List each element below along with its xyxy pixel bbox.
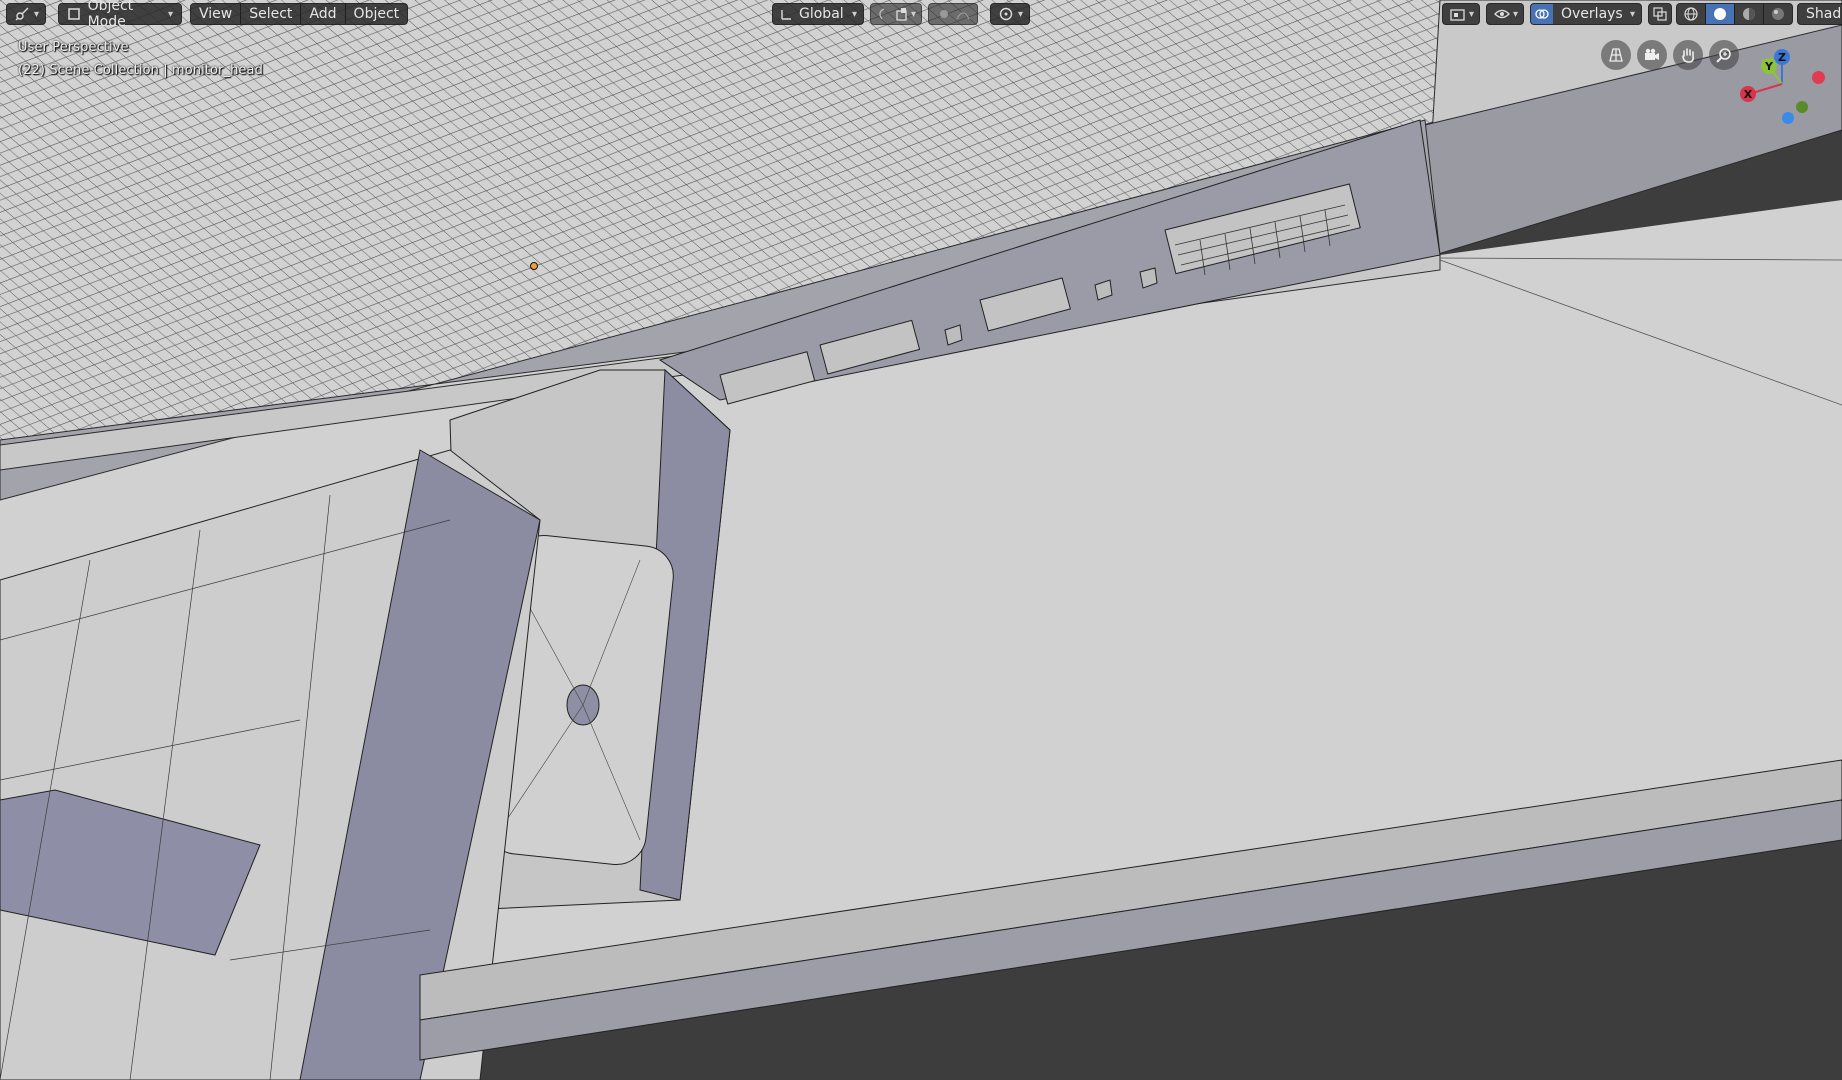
ortho-grid-icon (1606, 45, 1626, 65)
material-sphere-icon (1739, 4, 1759, 24)
pan-view-button[interactable] (1673, 40, 1703, 70)
chevron-down-icon: ▾ (1629, 8, 1635, 20)
menu-view[interactable]: View (191, 4, 242, 24)
xray-icon (1651, 4, 1669, 24)
shading-rendered[interactable] (1764, 4, 1792, 24)
object-types-icon (1448, 4, 1468, 24)
navigation-gizmo[interactable]: Z Y X (1732, 44, 1838, 134)
gizmo-neg-y-axis[interactable] (1796, 101, 1808, 113)
orientation-label: Global (799, 6, 844, 22)
shading-label: Shading (1806, 6, 1842, 22)
editor-type-selector[interactable]: ▾ (6, 3, 46, 25)
shading-material[interactable] (1735, 4, 1764, 24)
chevron-down-icon: ▾ (167, 8, 173, 20)
3d-viewport[interactable]: ▾ Object Mode ▾ View Select Add Object G… (0, 0, 1842, 1080)
object-mode-icon (67, 4, 82, 24)
xray-toggle[interactable] (1648, 3, 1672, 25)
shading-wireframe[interactable] (1677, 4, 1706, 24)
snap-toggle[interactable]: ▾ (990, 3, 1030, 25)
view-object-types-selector[interactable]: ▾ (1442, 3, 1480, 25)
camera-icon (1642, 45, 1662, 65)
gizmo-selector[interactable]: ▾ (1486, 3, 1524, 25)
header-center: Global ▾ ▾ ▾ (772, 0, 1030, 28)
gizmo-x-axis[interactable]: X (1740, 86, 1756, 102)
chevron-down-icon: ▾ (1512, 8, 1518, 20)
overlays-icon (1531, 4, 1553, 24)
mode-selector[interactable]: Object Mode ▾ (58, 0, 182, 30)
solid-sphere-icon (1710, 4, 1730, 24)
menu-add[interactable]: Add (301, 4, 346, 24)
header-right: ▾ ▾ Overlays ▾ Shad (1442, 0, 1842, 28)
zoom-icon (1714, 45, 1734, 65)
chevron-down-icon: ▾ (851, 8, 857, 20)
chevron-down-icon: ▾ (1468, 8, 1474, 20)
orientation-axes-icon (779, 4, 793, 24)
overlays-label: Overlays (1561, 6, 1623, 22)
gizmo-neg-x-axis[interactable] (1812, 71, 1825, 84)
rendered-sphere-icon (1768, 4, 1788, 24)
collection-label: (22) Scene Collection | monitor_head (18, 63, 263, 78)
mode-label: Object Mode (87, 0, 134, 30)
shading-solid[interactable] (1706, 4, 1735, 24)
proportional-edit-icon (934, 4, 953, 24)
overlays-selector[interactable]: Overlays ▾ (1530, 3, 1642, 25)
chevron-down-icon: ▾ (34, 8, 40, 20)
shading-mode-group (1676, 3, 1793, 25)
wireframe-sphere-icon (1681, 4, 1701, 24)
chevron-down-icon: ▾ (1018, 8, 1024, 20)
hand-pan-icon (1678, 45, 1698, 65)
viewport-scene[interactable] (0, 0, 1842, 1080)
gizmo-neg-z-axis[interactable] (1782, 112, 1794, 124)
header-menu: View Select Add Object (190, 3, 409, 25)
falloff-icon (953, 4, 972, 24)
gizmo-y-axis[interactable]: Y (1761, 58, 1777, 74)
chevron-down-icon: ▾ (910, 8, 916, 20)
pivot-point-icon (876, 4, 893, 24)
menu-object[interactable]: Object (346, 4, 408, 24)
transform-orientation-selector[interactable]: Global ▾ (772, 3, 864, 25)
menu-select[interactable]: Select (241, 4, 302, 24)
camera-view-button[interactable] (1637, 40, 1667, 70)
header-left: ▾ Object Mode ▾ View Select Add Object (6, 0, 409, 30)
gizmo-eye-icon (1492, 4, 1512, 24)
3d-viewport-icon (12, 4, 32, 24)
snap-element-icon (893, 4, 910, 24)
perspective-label: User Perspective (18, 40, 129, 55)
shading-popover[interactable]: Shading ▾ (1797, 3, 1842, 25)
magnet-icon (996, 4, 1016, 24)
proportional-edit-toggle[interactable] (928, 3, 978, 25)
pivot-point-selector[interactable]: ▾ (870, 3, 922, 25)
ortho-toggle-button[interactable] (1601, 40, 1631, 70)
